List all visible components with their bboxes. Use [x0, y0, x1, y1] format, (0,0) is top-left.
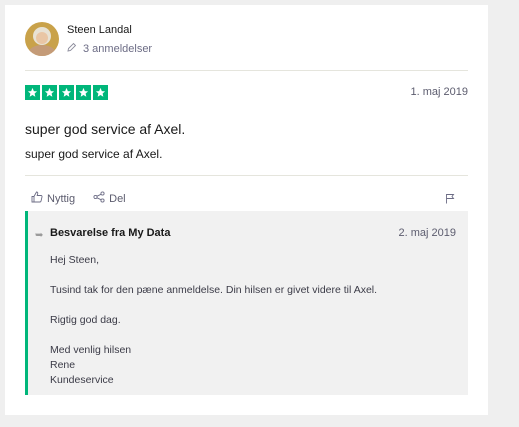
reply-arrow-icon: ➥ [35, 230, 44, 241]
divider [25, 175, 468, 176]
review-title[interactable]: super god service af Axel. [25, 121, 185, 137]
review-actions: Nyttig Del [31, 191, 126, 206]
company-reply: ➥ Besvarelse fra My Data 2. maj 2019 Hej… [25, 211, 468, 395]
reviews-count: 3 anmeldelser [67, 42, 152, 55]
star-rating [25, 85, 108, 100]
review-card: Steen Landal 3 anmeldelser 1. maj 2019 s… [5, 5, 488, 415]
share-icon [93, 191, 105, 206]
reply-line: Rigtig god dag. [50, 314, 121, 326]
flag-icon [445, 191, 455, 208]
report-button[interactable] [445, 191, 455, 209]
star-icon [76, 85, 91, 100]
share-button[interactable]: Del [93, 191, 126, 206]
reply-line: Med venlig hilsen [50, 344, 132, 356]
reply-title: Besvarelse fra My Data [50, 227, 171, 239]
review-date: 1. maj 2019 [410, 86, 468, 98]
reviews-count-label: 3 anmeldelser [83, 42, 153, 55]
author-name[interactable]: Steen Landal [67, 24, 132, 36]
reply-line: Tusind tak for den pæne anmeldelse. Din … [50, 284, 378, 296]
divider [25, 70, 468, 71]
reply-line: Kundeservice [50, 374, 114, 386]
reply-line: Hej Steen, [50, 254, 100, 266]
pencil-icon [67, 42, 77, 55]
useful-label: Nyttig [47, 192, 76, 205]
reply-line: Rene [50, 359, 76, 371]
star-icon [59, 85, 74, 100]
reply-date: 2. maj 2019 [398, 227, 456, 239]
star-icon [93, 85, 108, 100]
share-label: Del [109, 192, 126, 205]
avatar[interactable] [25, 22, 59, 56]
star-icon [42, 85, 57, 100]
star-icon [25, 85, 40, 100]
useful-button[interactable]: Nyttig [31, 191, 75, 206]
thumbs-up-icon [31, 191, 43, 206]
review-body: super god service af Axel. [25, 147, 163, 161]
